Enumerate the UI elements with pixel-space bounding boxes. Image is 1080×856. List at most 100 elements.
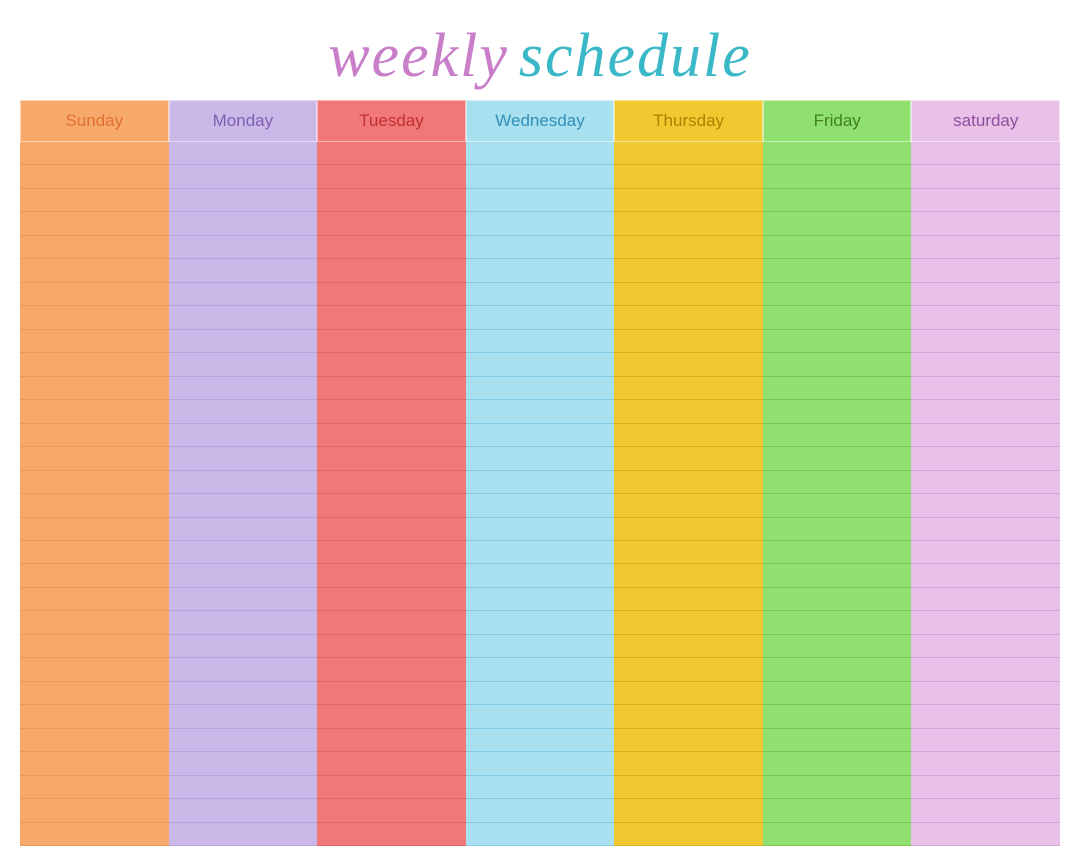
schedule-line[interactable]	[20, 189, 169, 212]
schedule-line[interactable]	[20, 752, 169, 775]
schedule-line[interactable]	[763, 494, 912, 517]
schedule-line[interactable]	[763, 259, 912, 282]
schedule-line[interactable]	[20, 236, 169, 259]
schedule-line[interactable]	[911, 236, 1060, 259]
schedule-line[interactable]	[614, 635, 763, 658]
schedule-line[interactable]	[20, 564, 169, 587]
schedule-line[interactable]	[614, 424, 763, 447]
schedule-line[interactable]	[169, 236, 318, 259]
schedule-line[interactable]	[466, 424, 615, 447]
schedule-line[interactable]	[317, 189, 466, 212]
schedule-line[interactable]	[911, 400, 1060, 423]
schedule-line[interactable]	[169, 564, 318, 587]
schedule-line[interactable]	[317, 377, 466, 400]
schedule-line[interactable]	[614, 165, 763, 188]
schedule-line[interactable]	[317, 752, 466, 775]
day-lines-thursday[interactable]	[614, 142, 763, 846]
schedule-line[interactable]	[20, 212, 169, 235]
schedule-line[interactable]	[911, 212, 1060, 235]
schedule-line[interactable]	[911, 611, 1060, 634]
schedule-line[interactable]	[317, 447, 466, 470]
schedule-line[interactable]	[763, 330, 912, 353]
schedule-line[interactable]	[169, 752, 318, 775]
schedule-line[interactable]	[911, 494, 1060, 517]
schedule-line[interactable]	[466, 259, 615, 282]
schedule-line[interactable]	[911, 705, 1060, 728]
schedule-line[interactable]	[763, 353, 912, 376]
schedule-line[interactable]	[20, 729, 169, 752]
schedule-line[interactable]	[20, 400, 169, 423]
schedule-line[interactable]	[466, 729, 615, 752]
schedule-line[interactable]	[169, 165, 318, 188]
schedule-line[interactable]	[317, 306, 466, 329]
schedule-line[interactable]	[20, 635, 169, 658]
schedule-line[interactable]	[169, 823, 318, 846]
schedule-line[interactable]	[317, 799, 466, 822]
schedule-line[interactable]	[20, 658, 169, 681]
schedule-line[interactable]	[614, 823, 763, 846]
day-lines-saturday[interactable]	[911, 142, 1060, 846]
schedule-line[interactable]	[466, 705, 615, 728]
schedule-line[interactable]	[169, 283, 318, 306]
schedule-line[interactable]	[614, 564, 763, 587]
schedule-line[interactable]	[169, 400, 318, 423]
day-lines-tuesday[interactable]	[317, 142, 466, 846]
schedule-line[interactable]	[763, 776, 912, 799]
schedule-line[interactable]	[614, 259, 763, 282]
schedule-line[interactable]	[911, 189, 1060, 212]
schedule-line[interactable]	[763, 705, 912, 728]
schedule-line[interactable]	[169, 353, 318, 376]
schedule-line[interactable]	[614, 729, 763, 752]
schedule-line[interactable]	[911, 283, 1060, 306]
schedule-line[interactable]	[763, 165, 912, 188]
schedule-line[interactable]	[763, 658, 912, 681]
schedule-line[interactable]	[614, 212, 763, 235]
schedule-line[interactable]	[763, 306, 912, 329]
schedule-line[interactable]	[911, 564, 1060, 587]
schedule-line[interactable]	[911, 330, 1060, 353]
schedule-line[interactable]	[20, 705, 169, 728]
schedule-line[interactable]	[169, 729, 318, 752]
schedule-line[interactable]	[466, 564, 615, 587]
schedule-line[interactable]	[911, 752, 1060, 775]
schedule-line[interactable]	[169, 635, 318, 658]
schedule-line[interactable]	[466, 353, 615, 376]
schedule-line[interactable]	[20, 424, 169, 447]
schedule-line[interactable]	[614, 330, 763, 353]
schedule-line[interactable]	[169, 611, 318, 634]
schedule-line[interactable]	[20, 541, 169, 564]
schedule-line[interactable]	[466, 518, 615, 541]
schedule-line[interactable]	[763, 518, 912, 541]
schedule-line[interactable]	[763, 447, 912, 470]
schedule-line[interactable]	[763, 541, 912, 564]
schedule-line[interactable]	[317, 283, 466, 306]
schedule-line[interactable]	[169, 259, 318, 282]
schedule-line[interactable]	[911, 588, 1060, 611]
schedule-line[interactable]	[466, 611, 615, 634]
schedule-line[interactable]	[466, 142, 615, 165]
schedule-line[interactable]	[169, 799, 318, 822]
schedule-line[interactable]	[20, 799, 169, 822]
schedule-line[interactable]	[169, 776, 318, 799]
schedule-line[interactable]	[911, 142, 1060, 165]
day-lines-monday[interactable]	[169, 142, 318, 846]
schedule-line[interactable]	[317, 471, 466, 494]
schedule-line[interactable]	[317, 353, 466, 376]
schedule-line[interactable]	[20, 518, 169, 541]
schedule-line[interactable]	[466, 189, 615, 212]
schedule-line[interactable]	[466, 400, 615, 423]
schedule-line[interactable]	[466, 306, 615, 329]
schedule-line[interactable]	[614, 471, 763, 494]
schedule-line[interactable]	[614, 588, 763, 611]
schedule-line[interactable]	[614, 541, 763, 564]
schedule-line[interactable]	[20, 283, 169, 306]
schedule-line[interactable]	[911, 471, 1060, 494]
schedule-line[interactable]	[466, 776, 615, 799]
schedule-line[interactable]	[20, 142, 169, 165]
schedule-line[interactable]	[317, 635, 466, 658]
schedule-line[interactable]	[911, 165, 1060, 188]
schedule-line[interactable]	[317, 588, 466, 611]
schedule-line[interactable]	[169, 447, 318, 470]
schedule-line[interactable]	[20, 776, 169, 799]
schedule-line[interactable]	[614, 682, 763, 705]
